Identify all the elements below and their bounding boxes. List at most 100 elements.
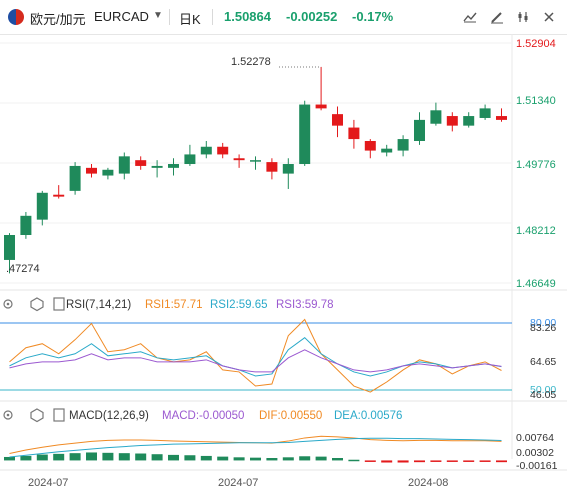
macd-histogram [4, 452, 507, 463]
candle [168, 158, 179, 176]
macd-axis: 0.00764 0.00302 -0.00161 [516, 432, 558, 472]
candle-body [4, 235, 15, 260]
candle [233, 154, 245, 168]
period-selector[interactable]: 日K [179, 9, 201, 28]
candle-body [168, 164, 179, 168]
candle [86, 164, 97, 178]
macd-bar [397, 460, 409, 463]
chevron-down-icon[interactable]: ▼ [153, 10, 163, 21]
macd-lines [9, 435, 502, 458]
candle [430, 102, 442, 126]
draw-icon[interactable] [486, 7, 508, 27]
dif-value: DIF:0.00550 [259, 410, 322, 422]
macd-tick: 0.00764 [516, 432, 554, 444]
macd-bar [315, 456, 327, 461]
candle [135, 156, 147, 170]
chart-area[interactable]: 1.52904 1.51340 1.49776 1.48212 1.46649 … [0, 34, 567, 493]
candle [364, 139, 376, 159]
indicator-icon[interactable] [538, 7, 560, 27]
candle-body [315, 104, 327, 109]
high-price-label: 1.52278 [231, 56, 271, 68]
macd-bar [446, 460, 458, 462]
chart-style-icon[interactable] [459, 7, 481, 27]
rsi-header: RSI(7,14,21) RSI1:57.71 RSI2:59.65 RSI3:… [3, 297, 334, 312]
macd-bar [135, 453, 147, 461]
macd-bar [102, 452, 114, 461]
macd-bar [151, 454, 163, 461]
candle [397, 135, 409, 157]
candle-body [184, 154, 196, 165]
date-tick: 2024-07 [218, 477, 258, 489]
price-tick: 1.52904 [516, 38, 556, 50]
price-change-percent: -0.17% [352, 9, 394, 24]
rsi-series-line [9, 318, 502, 393]
candle [20, 211, 32, 239]
panel-icon[interactable] [53, 408, 65, 422]
macd-value: MACD:-0.00050 [162, 410, 244, 422]
toolbar: 欧元/加元 EURCAD ▼ 日K 1.50864 -0.00252 -0.17… [0, 0, 567, 35]
price-tick: 1.49776 [516, 159, 556, 171]
candle [118, 152, 130, 180]
candle-body [266, 162, 278, 172]
candle-body [414, 119, 425, 141]
candle [69, 162, 81, 195]
macd-bar [86, 452, 97, 461]
candle-body [86, 167, 97, 174]
candle-body [332, 114, 343, 126]
macd-bar [332, 458, 343, 461]
candle-body [496, 116, 507, 120]
candle-body [479, 108, 491, 118]
candle-body [250, 160, 261, 162]
price-change: -0.00252 [286, 9, 338, 24]
gear-icon[interactable] [30, 297, 44, 312]
time-axis: 2024-07 2024-07 2024-08 [28, 477, 448, 489]
macd-bar [184, 455, 196, 461]
candle-body [217, 146, 229, 155]
last-price: 1.50864 [224, 9, 271, 24]
candle-body [151, 165, 163, 168]
macd-bar [282, 457, 294, 461]
candle [53, 185, 65, 199]
macd-bar [463, 460, 475, 462]
symbol-name[interactable]: 欧元/加元 [30, 9, 86, 28]
price-tick: 1.48212 [516, 225, 556, 237]
macd-bar [20, 455, 32, 461]
macd-bar [250, 457, 261, 461]
candle-body [299, 104, 311, 165]
price-tick: 1.46649 [516, 278, 556, 290]
macd-bar [69, 453, 81, 461]
macd-title: MACD(12,26,9) [69, 410, 149, 422]
candle-body [282, 164, 294, 174]
candle [266, 158, 278, 180]
rsi2-value: RSI2:59.65 [210, 299, 268, 311]
dea-value: DEA:0.00576 [334, 410, 402, 422]
macd-bar [36, 454, 48, 461]
macd-bar [266, 458, 278, 461]
macd-bar [364, 460, 376, 462]
divider [212, 9, 213, 25]
macd-series-line [9, 437, 502, 458]
settings-icon[interactable] [512, 7, 534, 27]
candle-body [397, 139, 409, 151]
symbol-code[interactable]: EURCAD [94, 9, 149, 24]
candle-body [364, 140, 376, 151]
macd-header: MACD(12,26,9) MACD:-0.00050 DIF:0.00550 … [3, 408, 402, 423]
candle [102, 167, 114, 180]
candle [299, 100, 311, 166]
candle-body [135, 160, 147, 166]
date-tick: 2024-07 [28, 477, 68, 489]
macd-bar [430, 460, 442, 462]
gear-icon[interactable] [30, 408, 44, 423]
rsi-tick: 83.26 [530, 322, 556, 334]
macd-bar [299, 456, 311, 461]
candlestick-series [4, 66, 507, 274]
candle [36, 190, 48, 226]
panel-icon[interactable] [53, 297, 65, 311]
candle [463, 112, 475, 128]
currency-flag-icon [8, 9, 24, 25]
macd-bar [348, 459, 360, 462]
rsi-title: RSI(7,14,21) [66, 299, 131, 311]
candle [479, 104, 491, 120]
macd-bar [4, 456, 15, 461]
candle-body [200, 146, 212, 155]
